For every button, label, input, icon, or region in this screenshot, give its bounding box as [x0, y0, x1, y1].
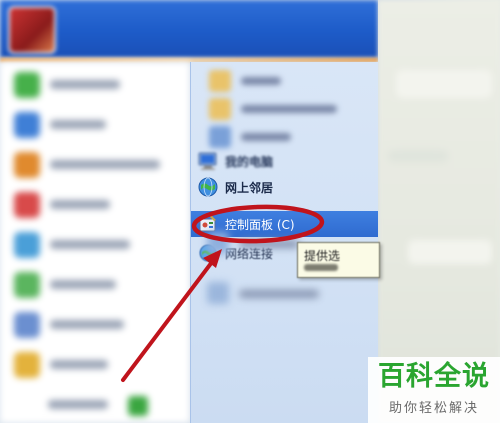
- network-globe-icon: [197, 176, 219, 198]
- program-item[interactable]: [8, 148, 183, 182]
- user-avatar[interactable]: [8, 6, 56, 54]
- start-menu-header: [0, 0, 378, 58]
- program-item[interactable]: [8, 308, 183, 342]
- program-item[interactable]: [8, 188, 183, 222]
- watermark: 百科全说 助你轻松解决: [368, 357, 500, 423]
- tooltip-text: 提供选: [304, 249, 341, 263]
- tooltip: 提供选: [297, 242, 380, 278]
- network-places-label: 网上邻居: [225, 181, 274, 195]
- computer-icon: [197, 150, 219, 172]
- all-programs-item[interactable]: [8, 388, 183, 422]
- program-list: [0, 62, 190, 423]
- program-item[interactable]: [8, 108, 183, 142]
- start-menu: 我的电脑 网上邻居 控制面板 (C) 网络连接: [0, 0, 378, 423]
- my-computer-item[interactable]: 我的电脑: [191, 148, 378, 174]
- program-item[interactable]: [8, 228, 183, 262]
- program-item[interactable]: [8, 268, 183, 302]
- network-places-item[interactable]: 网上邻居: [191, 174, 378, 200]
- program-item[interactable]: [8, 68, 183, 102]
- my-computer-label: 我的电脑: [225, 155, 274, 169]
- program-item[interactable]: [8, 348, 183, 382]
- watermark-title: 百科全说: [378, 361, 490, 392]
- watermark-subtitle: 助你轻松解决: [388, 401, 479, 416]
